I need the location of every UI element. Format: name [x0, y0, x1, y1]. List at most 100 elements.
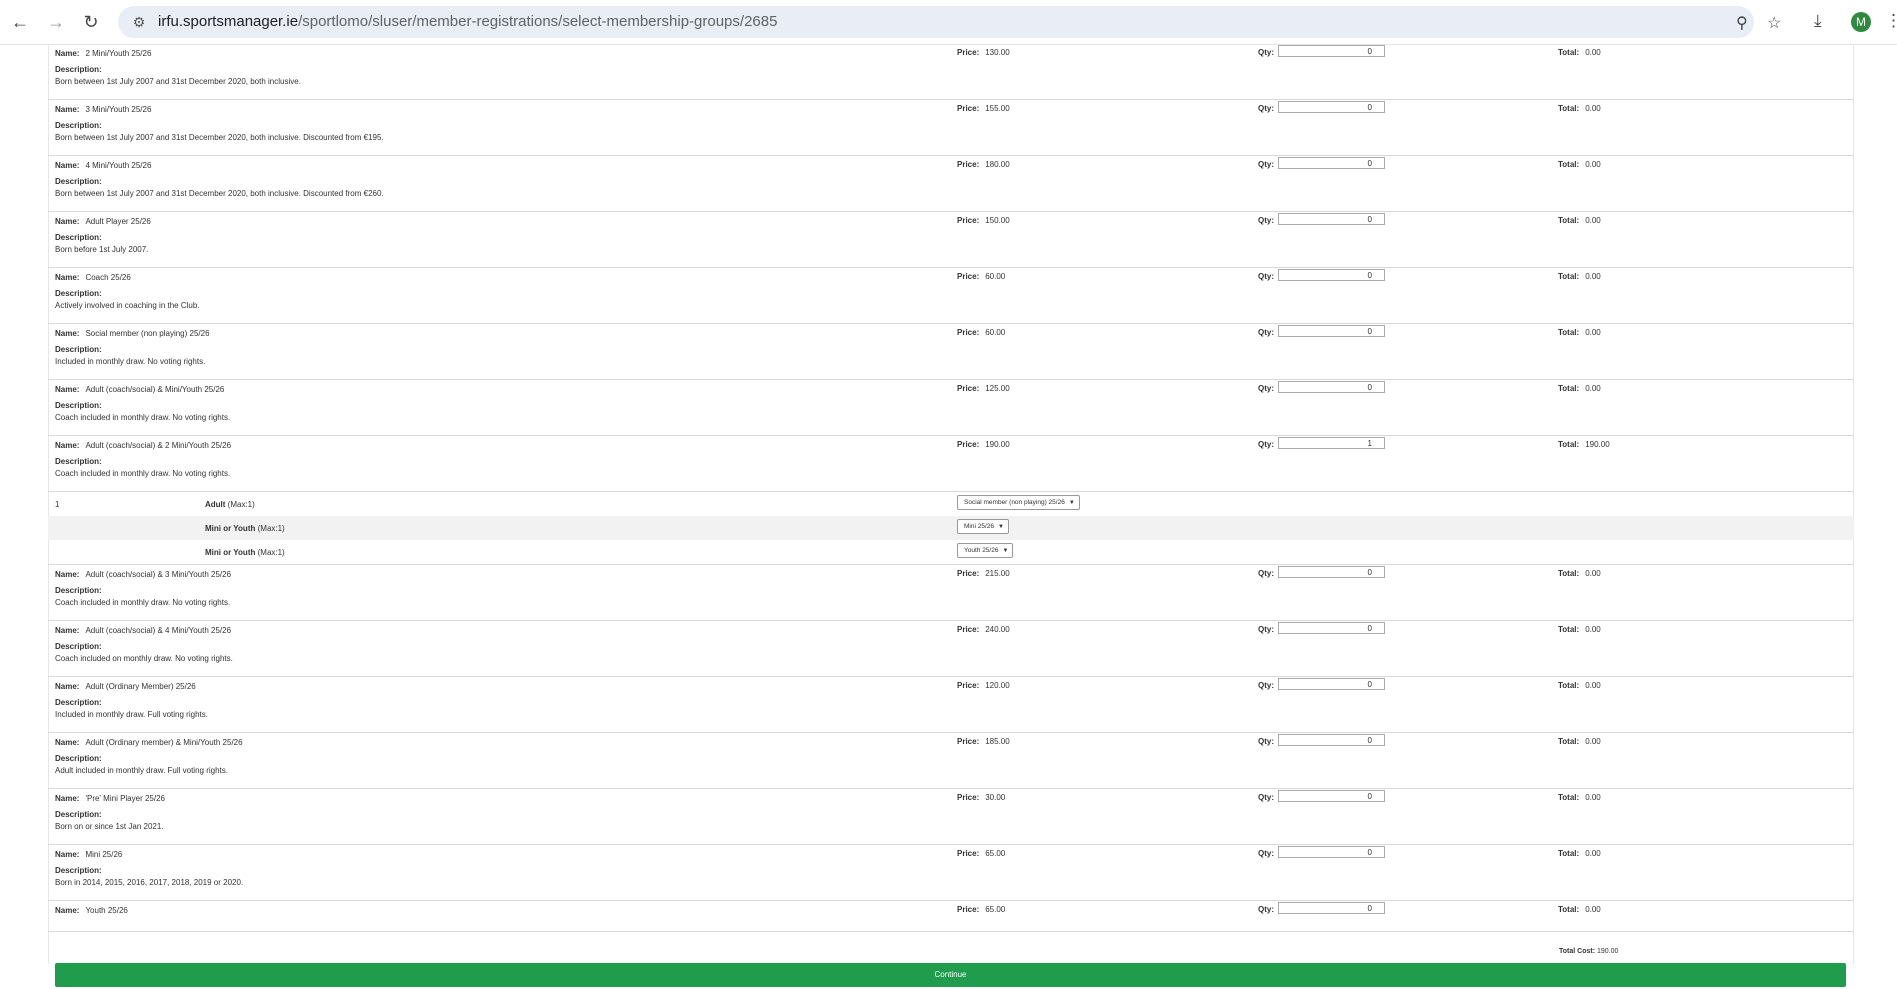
description-label: Description: [55, 698, 102, 707]
membership-price: Price: 215.00 [957, 569, 1010, 578]
membership-description: Adult included in monthly draw. Full vot… [55, 766, 228, 775]
membership-description: Born on or since 1st Jan 2021. [55, 822, 164, 831]
download-icon[interactable]: ⤓ [1814, 11, 1822, 31]
membership-name: Name: Coach 25/26 [55, 273, 131, 282]
membership-name: Name: 3 Mini/Youth 25/26 [55, 105, 152, 114]
membership-row: Name: 4 Mini/Youth 25/26 Description: Born … [48, 156, 1854, 212]
membership-price: Price: 65.00 [957, 905, 1006, 914]
membership-name: Name: Youth 25/26 [55, 906, 128, 915]
qty-input[interactable]: 0 [1278, 157, 1385, 169]
qty-input[interactable]: 0 [1278, 566, 1385, 578]
description-label: Description: [55, 289, 102, 298]
membership-total: Total: 0.00 [1558, 384, 1601, 393]
chevron-down-icon: ▼ [1068, 500, 1075, 506]
mini-youth-select-1[interactable]: Mini 25/26 ▼ [957, 519, 1009, 534]
adult-select[interactable]: Social member (non playing) 25/26 ▼ [957, 495, 1080, 510]
membership-description: Included in monthly draw. Full voting ri… [55, 710, 208, 719]
description-label: Description: [55, 177, 102, 186]
membership-total: Total: 0.00 [1558, 681, 1601, 690]
membership-row: Name: Adult (Ordinary Member) 25/26 Descri… [48, 677, 1854, 733]
qty-input[interactable]: 0 [1278, 325, 1385, 337]
description-label: Description: [55, 345, 102, 354]
membership-row: Name: Adult Player 25/26 Description: Born … [48, 212, 1854, 268]
profile-avatar[interactable]: M [1851, 12, 1871, 32]
description-label: Description: [55, 233, 102, 242]
zoom-icon[interactable]: ⚲ [1736, 13, 1748, 33]
description-label: Description: [55, 457, 102, 466]
qty-label: Qty: [1258, 384, 1274, 393]
qty-input[interactable]: 0 [1278, 734, 1385, 746]
bookmark-star-icon[interactable]: ☆ [1767, 13, 1781, 33]
selection-max: (Max:1) [257, 524, 285, 533]
qty-label: Qty: [1258, 48, 1274, 57]
qty-input[interactable]: 1 [1278, 437, 1385, 449]
membership-total: Total: 0.00 [1558, 569, 1601, 578]
membership-row: Name: Adult (coach/social) & Mini/Youth 2… [48, 380, 1854, 436]
membership-total: Total: 0.00 [1558, 216, 1601, 225]
qty-input[interactable]: 0 [1278, 678, 1385, 690]
qty-label: Qty: [1258, 328, 1274, 337]
qty-label: Qty: [1258, 440, 1274, 449]
description-label: Description: [55, 121, 102, 130]
selection-max: (Max:1) [257, 548, 285, 557]
selection-label: Mini or Youth [205, 524, 256, 533]
membership-row: Name: 'Pre' Mini Player 25/26 Description:… [48, 789, 1854, 845]
forward-icon[interactable]: → [45, 11, 67, 33]
membership-price: Price: 180.00 [957, 160, 1010, 169]
membership-total: Total: 0.00 [1558, 272, 1601, 281]
membership-description: Coach included in monthly draw. No votin… [55, 598, 231, 607]
qty-input[interactable]: 0 [1278, 790, 1385, 802]
qty-input[interactable]: 0 [1278, 269, 1385, 281]
membership-name: Name: Adult (coach/social) & 4 Mini/Youth… [55, 626, 232, 635]
membership-name: Name: 'Pre' Mini Player 25/26 [55, 794, 165, 803]
qty-input[interactable]: 0 [1278, 902, 1385, 914]
menu-icon[interactable]: ⋮ [1885, 11, 1897, 31]
continue-button[interactable]: Continue [55, 963, 1846, 987]
membership-price: Price: 190.00 [957, 440, 1010, 449]
selection-row-mini-youth-1: Mini or Youth (Max:1) Mini 25/26 ▼ [48, 516, 1854, 540]
selection-row-adult: 1 Adult (Max:1) Social member (non playi… [48, 492, 1854, 516]
description-label: Description: [55, 586, 102, 595]
membership-row: Name: Adult (coach/social) & 3 Mini/Youth… [48, 565, 1854, 621]
mini-youth-select-2[interactable]: Youth 25/26 ▼ [957, 543, 1014, 558]
membership-name: Name: Adult (coach/social) & 2 Mini/Youth… [55, 441, 232, 450]
chevron-down-icon: ▼ [1002, 548, 1009, 554]
description-label: Description: [55, 642, 102, 651]
membership-price: Price: 60.00 [957, 272, 1006, 281]
site-info-icon[interactable]: ⚙ [130, 13, 148, 31]
membership-price: Price: 125.00 [957, 384, 1010, 393]
qty-input[interactable]: 0 [1278, 846, 1385, 858]
reload-icon[interactable]: ↻ [80, 11, 102, 33]
address-bar[interactable]: ⚙ irfu.sportsmanager.ie/sportlomo/sluser… [118, 6, 1781, 38]
qty-input[interactable]: 0 [1278, 381, 1385, 393]
membership-row: Name: Mini 25/26 Description: Born in 2014,… [48, 845, 1854, 901]
membership-total: Total: 0.00 [1558, 905, 1601, 914]
membership-name: Name: Adult Player 25/26 [55, 217, 151, 226]
membership-name: Name: Adult (coach/social) & Mini/Youth 2… [55, 385, 225, 394]
membership-description: Actively involved in coaching in the Clu… [55, 301, 200, 310]
membership-row: Name: Adult (Ordinary member) & Mini/Yout… [48, 733, 1854, 789]
membership-row: Name: 2 Mini/Youth 25/26 Description: Born … [48, 44, 1854, 100]
membership-description: Coach included in monthly draw. No votin… [55, 469, 231, 478]
selection-row-mini-youth-2: Mini or Youth (Max:1) Youth 25/26 ▼ [48, 540, 1854, 564]
qty-input[interactable]: 0 [1278, 622, 1385, 634]
qty-label: Qty: [1258, 905, 1274, 914]
membership-price: Price: 240.00 [957, 625, 1010, 634]
membership-description: Born in 2014, 2015, 2016, 2017, 2018, 20… [55, 878, 244, 887]
url-text[interactable]: irfu.sportsmanager.ie/sportlomo/sluser/m… [158, 13, 777, 30]
membership-name: Name: Adult (Ordinary member) & Mini/Yout… [55, 738, 243, 747]
membership-description: Coach included on monthly draw. No votin… [55, 654, 233, 663]
membership-description: Born before 1st July 2007. [55, 245, 149, 254]
qty-label: Qty: [1258, 569, 1274, 578]
back-icon[interactable]: ← [9, 11, 31, 33]
selection-label: Adult [205, 500, 226, 509]
qty-input[interactable]: 0 [1278, 101, 1385, 113]
qty-input[interactable]: 0 [1278, 213, 1385, 225]
qty-input[interactable]: 0 [1278, 45, 1385, 57]
membership-total: Total: 0.00 [1558, 625, 1601, 634]
membership-name: Name: 4 Mini/Youth 25/26 [55, 161, 152, 170]
membership-price: Price: 30.00 [957, 793, 1006, 802]
membership-description: Born between 1st July 2007 and 31st Dece… [55, 77, 301, 86]
qty-label: Qty: [1258, 272, 1274, 281]
qty-label: Qty: [1258, 681, 1274, 690]
